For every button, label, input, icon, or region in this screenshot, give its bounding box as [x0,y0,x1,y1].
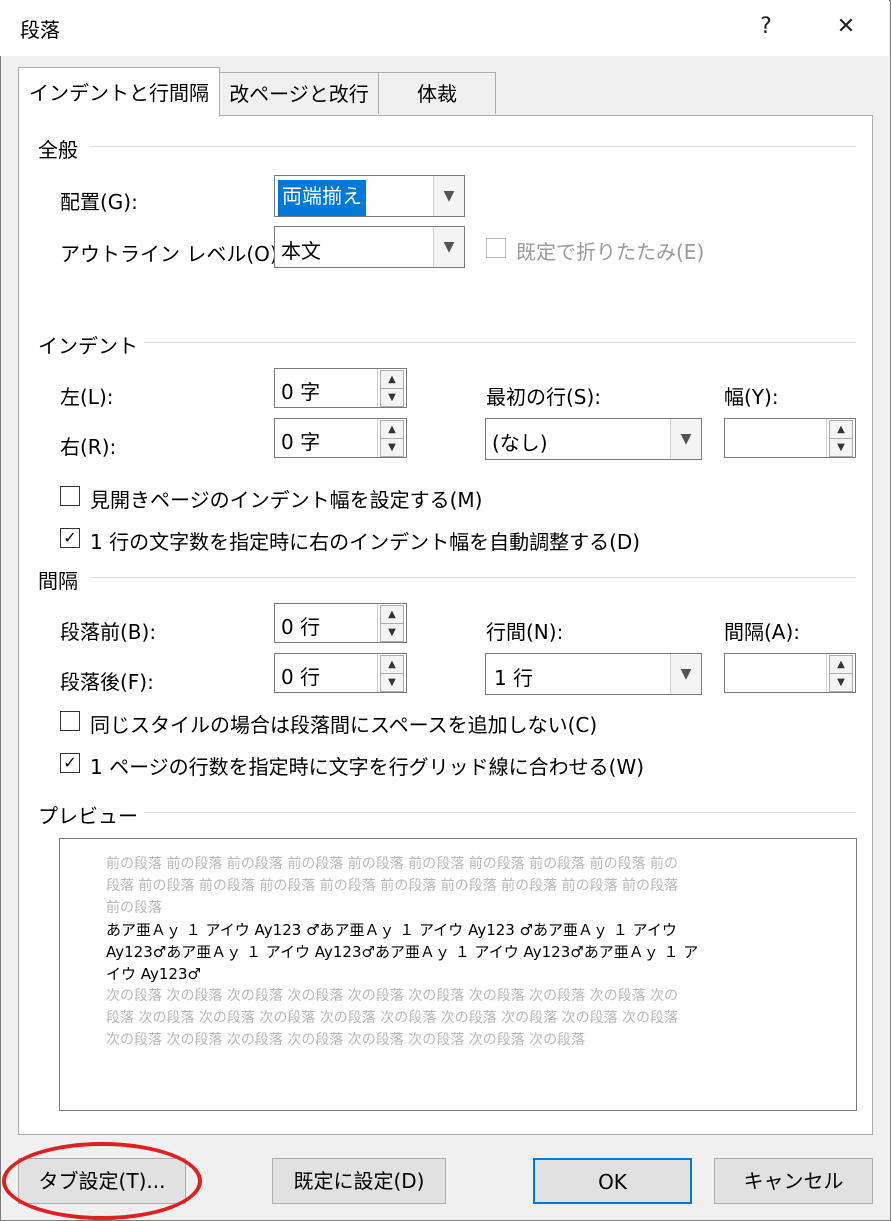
line-spacing-label: 行間(N): [486,620,564,644]
spin-down-icon[interactable]: ▼ [380,673,404,692]
tab-line-page-breaks[interactable]: 改ページと改行 [219,72,379,114]
set-default-button[interactable]: 既定に設定(D) [272,1158,446,1204]
spin-up-icon[interactable]: ▲ [380,420,404,439]
help-button[interactable]: ? [738,4,794,50]
alignment-value: 両端揃え [278,180,366,216]
chevron-down-icon: ▼ [433,176,464,216]
spin-up-icon[interactable]: ▲ [380,370,404,389]
line-spacing-value: 1 行 [494,666,534,690]
space-after-value: 0 行 [281,665,321,689]
alignment-label: 配置(G): [60,190,138,214]
first-line-value: (なし) [492,431,548,455]
collapsed-checkbox[interactable] [486,238,506,258]
preview-sample-line: Ay123♂あア亜Ａｙ １ アイウ Ay123♂あア亜Ａｙ １ アイウ Ay12… [106,943,699,961]
spin-up-icon[interactable]: ▲ [829,420,853,439]
indent-left-spinner[interactable]: 0 字 ▲ ▼ [274,368,407,408]
section-indent: インデント [38,330,144,359]
spin-down-icon[interactable]: ▼ [829,438,853,457]
at-label: 間隔(A): [724,620,801,644]
snap-grid-label: 1 ページの行数を指定時に文字を行グリッド線に合わせる(W) [90,755,645,779]
indent-left-value: 0 字 [281,380,321,404]
preview-box: 前の段落 前の段落 前の段落 前の段落 前の段落 前の段落 前の段落 前の段落 … [59,838,857,1111]
first-line-select[interactable]: (なし) ▼ [485,418,702,460]
first-line-label: 最初の行(S): [486,385,602,409]
section-preview: プレビュー [38,800,144,829]
section-spacing: 間隔 [38,565,84,594]
alignment-select[interactable]: 両端揃え ▼ [274,175,465,217]
no-space-label: 同じスタイルの場合は段落間にスペースを追加しない(C) [90,713,598,737]
outline-level-label: アウトライン レベル(O): [60,242,285,266]
preview-prev-line: 段落 前の段落 前の段落 前の段落 前の段落 前の段落 前の段落 前の段落 前の… [106,878,679,894]
space-before-value: 0 行 [281,615,321,639]
spin-down-icon[interactable]: ▼ [380,438,404,457]
section-general: 全般 [38,134,84,163]
preview-next-line: 次の段落 次の段落 次の段落 次の段落 次の段落 次の段落 次の段落 次の段落 [106,1032,586,1048]
indent-left-label: 左(L): [60,385,114,409]
spin-up-icon[interactable]: ▲ [829,655,853,674]
space-before-spinner[interactable]: 0 行 ▲ ▼ [274,603,407,643]
cancel-button[interactable]: キャンセル [714,1158,873,1204]
preview-prev-line: 前の段落 前の段落 前の段落 前の段落 前の段落 前の段落 前の段落 前の段落 … [106,856,679,872]
preview-sample-line: あア亜Ａｙ １ アイウ Ay123 ♂あア亜Ａｙ １ アイウ Ay123 ♂あア… [106,921,677,939]
chevron-down-icon: ▼ [670,654,701,694]
preview-next-line: 段落 次の段落 次の段落 次の段落 次の段落 次の段落 次の段落 次の段落 次の… [106,1010,679,1026]
preview-next-line: 次の段落 次の段落 次の段落 次の段落 次の段落 次の段落 次の段落 次の段落 … [106,988,679,1004]
divider [90,577,856,578]
space-before-label: 段落前(B): [60,620,157,644]
width-label: 幅(Y): [724,385,779,409]
indent-right-label: 右(R): [60,435,117,459]
mirror-indent-label: 見開きページのインデント幅を設定する(M) [90,488,483,512]
divider [120,812,856,813]
indent-right-value: 0 字 [281,430,321,454]
space-after-label: 段落後(F): [60,670,154,694]
spin-down-icon[interactable]: ▼ [380,388,404,407]
preview-prev-line: 前の段落 [106,900,162,916]
indent-right-spinner[interactable]: 0 字 ▲ ▼ [274,418,407,458]
no-space-checkbox[interactable] [60,711,80,731]
divider [120,342,856,343]
chevron-down-icon: ▼ [433,227,464,267]
auto-adjust-label: 1 行の文字数を指定時に右のインデント幅を自動調整する(D) [90,530,641,554]
auto-adjust-checkbox[interactable]: ✓ [60,528,80,548]
spin-down-icon[interactable]: ▼ [380,623,404,642]
outline-level-value: 本文 [281,239,321,263]
chevron-down-icon: ▼ [670,419,701,459]
divider [90,146,856,147]
close-button[interactable]: ✕ [818,4,874,50]
collapsed-label: 既定で折りたたみ(E) [516,240,705,264]
at-spinner[interactable]: ▲ ▼ [724,653,856,693]
tab-indent-spacing[interactable]: インデントと行間隔 [18,67,220,117]
ok-button[interactable]: OK [533,1158,692,1204]
highlight-circle [2,1142,202,1220]
mirror-indent-checkbox[interactable] [60,486,80,506]
dialog-title: 段落 [20,18,60,42]
line-spacing-select[interactable]: 1 行 ▼ [485,653,702,695]
spin-up-icon[interactable]: ▲ [380,605,404,624]
preview-sample-line: イウ Ay123♂ [106,965,201,983]
outline-level-select[interactable]: 本文 ▼ [274,226,465,268]
space-after-spinner[interactable]: 0 行 ▲ ▼ [274,653,407,693]
spin-up-icon[interactable]: ▲ [380,655,404,674]
width-spinner[interactable]: ▲ ▼ [724,418,856,458]
tab-typography[interactable]: 体裁 [378,72,496,114]
snap-grid-checkbox[interactable]: ✓ [60,753,80,773]
spin-down-icon[interactable]: ▼ [829,673,853,692]
